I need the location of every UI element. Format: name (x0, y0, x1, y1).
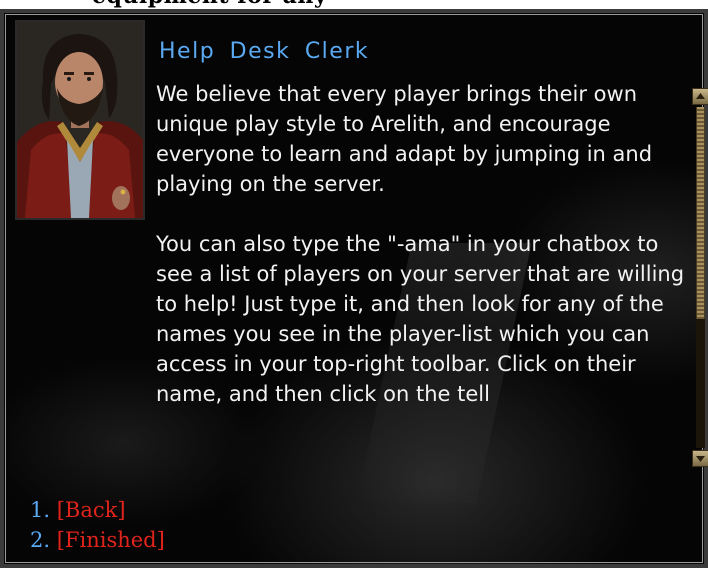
top-clipped-heading-text: equipment for any (92, 0, 327, 9)
reply-number: 2. (30, 528, 51, 552)
scroll-thumb[interactable] (696, 107, 705, 319)
scroll-down-arrow-icon[interactable] (692, 450, 708, 467)
dialog-text: We believe that every player brings thei… (156, 82, 685, 406)
reply-list: 1. [Back] 2. [Finished] (30, 495, 165, 555)
npc-portrait (15, 20, 145, 220)
scroll-track[interactable] (696, 107, 705, 448)
reply-number: 1. (30, 498, 51, 522)
reply-option-back[interactable]: 1. [Back] (30, 495, 165, 525)
portrait-image (17, 22, 143, 218)
top-clipped-heading: equipment for any (0, 0, 708, 9)
scroll-up-arrow-icon[interactable] (692, 88, 708, 105)
dialog-text-area: We believe that every player brings thei… (156, 79, 686, 469)
reply-option-finished[interactable]: 2. [Finished] (30, 525, 165, 555)
conversation-window: Help Desk Clerk We believe that every pl… (0, 9, 708, 568)
reply-label: [Finished] (56, 528, 165, 552)
dialog-scrollbar[interactable] (692, 88, 708, 468)
speaker-name: Help Desk Clerk (159, 39, 370, 64)
reply-label: [Back] (56, 498, 126, 522)
